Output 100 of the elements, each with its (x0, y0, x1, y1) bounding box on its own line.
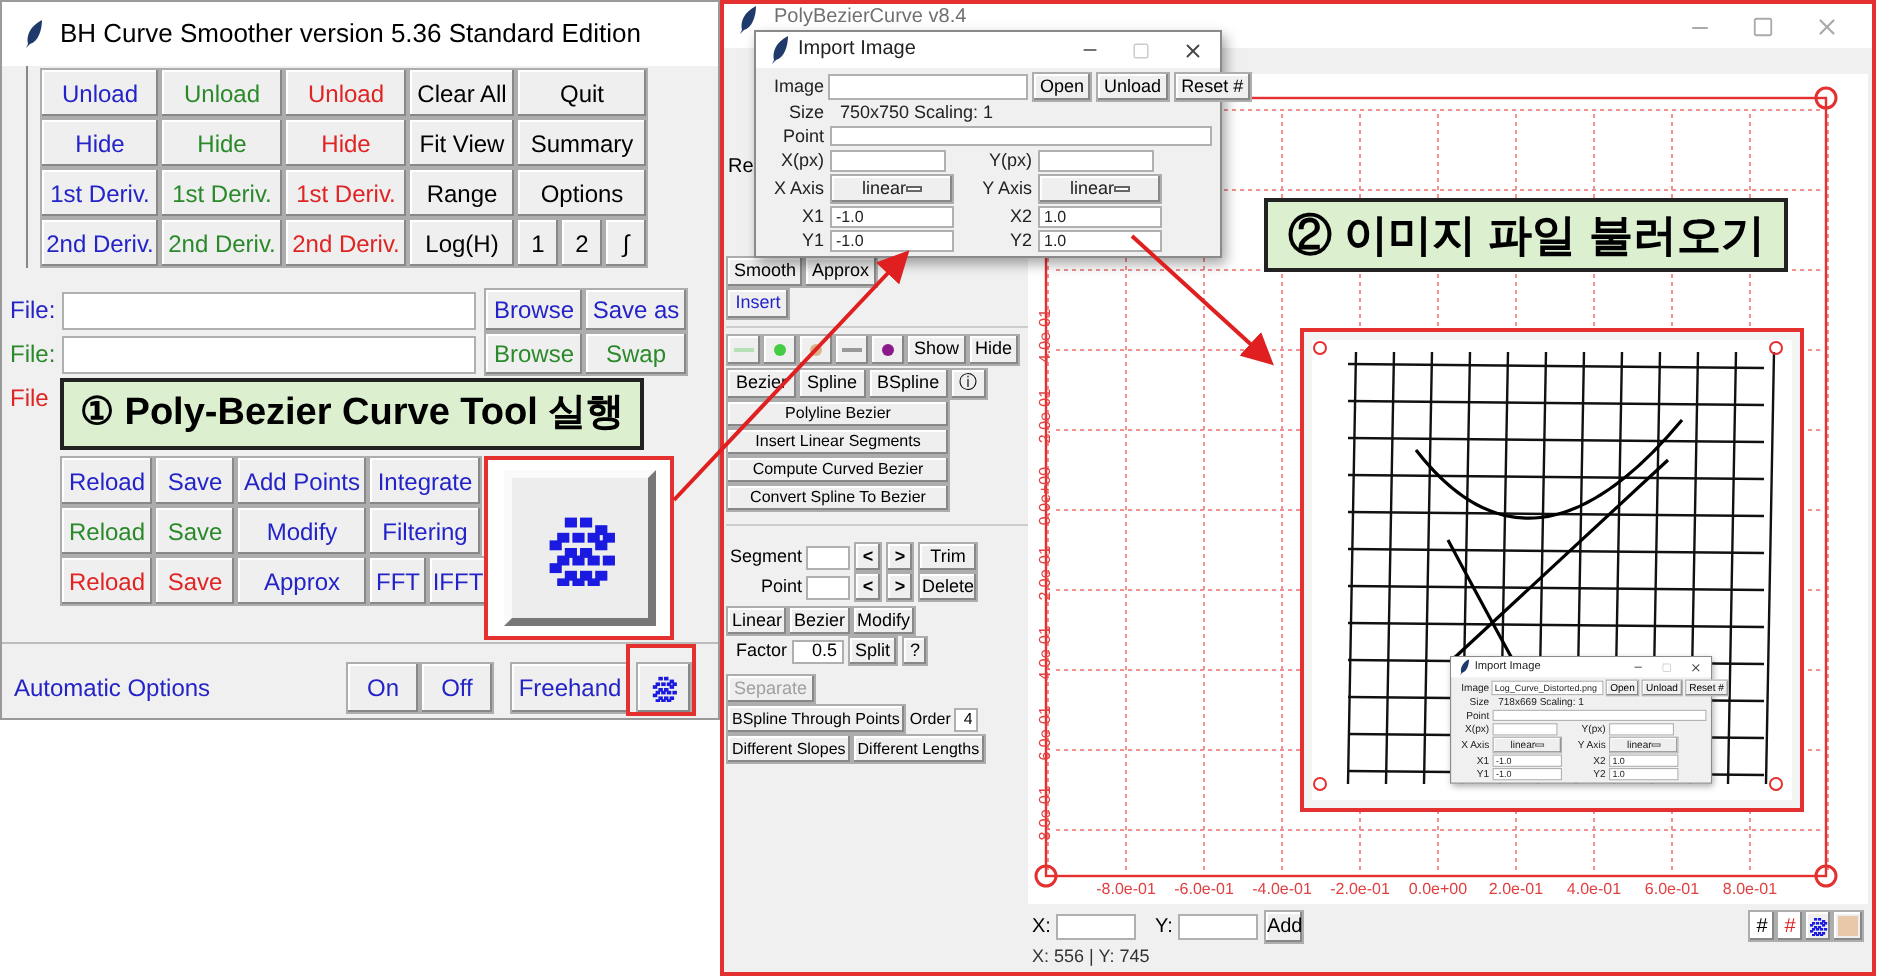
button[interactable]: Save (154, 556, 236, 606)
button[interactable]: Reload (60, 456, 154, 506)
color-toggle[interactable] (762, 334, 798, 366)
button[interactable]: # (1748, 910, 1776, 942)
input-field[interactable]: -1.0 (830, 229, 954, 251)
factor-field[interactable]: 0.5 (791, 639, 844, 663)
y-field[interactable] (1178, 913, 1259, 939)
button[interactable]: ? (902, 636, 929, 666)
button[interactable]: ∫ (604, 218, 648, 268)
button[interactable]: Split (847, 636, 899, 666)
button[interactable]: Save (154, 456, 236, 506)
color-toggle[interactable] (870, 334, 906, 366)
x-field[interactable] (1056, 913, 1137, 939)
xpx-field[interactable] (830, 150, 946, 172)
button[interactable]: Reload (60, 506, 154, 556)
button[interactable]: Different Lengths (851, 734, 986, 764)
order-field[interactable]: 4 (954, 707, 979, 731)
button[interactable]: Trim (918, 542, 978, 572)
close-icon[interactable] (1182, 39, 1204, 61)
button[interactable]: Filtering (368, 506, 482, 556)
button[interactable]: Save as (584, 288, 688, 332)
button[interactable]: 1 (516, 218, 560, 268)
button[interactable]: Reset # (1173, 72, 1252, 102)
button[interactable]: Unload (160, 68, 284, 118)
button[interactable]: Fit View (408, 118, 516, 168)
color-toggle[interactable] (834, 334, 870, 366)
button[interactable]: Range (408, 168, 516, 218)
button[interactable]: Browse (484, 288, 584, 332)
button[interactable]: Compute Curved Bezier (726, 456, 950, 484)
button[interactable]: Swap (584, 332, 688, 376)
button[interactable]: IFFT (428, 556, 488, 606)
axis-dropdown[interactable]: linear (830, 174, 954, 204)
maximize-icon[interactable] (1132, 41, 1150, 59)
maximize-icon[interactable] (1752, 16, 1774, 38)
input-field[interactable]: 1.0 (1038, 229, 1162, 251)
button[interactable]: Spline (797, 368, 868, 400)
stepper-field[interactable] (806, 545, 850, 569)
button[interactable]: 1st Deriv. (160, 168, 284, 218)
button[interactable]: Add (1264, 909, 1305, 943)
button[interactable]: Summary (516, 118, 648, 168)
button[interactable]: Add Points (236, 456, 368, 506)
button[interactable]: Show (906, 334, 968, 366)
button[interactable]: Off (420, 662, 494, 714)
button[interactable]: Integrate (368, 456, 482, 506)
file-path-field[interactable] (62, 335, 476, 373)
button[interactable]: 2 (560, 218, 604, 268)
button[interactable]: 2nd Deriv. (160, 218, 284, 268)
color-toggle[interactable] (1832, 910, 1864, 942)
xpx-field[interactable] (1492, 723, 1558, 736)
button[interactable]: Modify (851, 606, 917, 636)
file-path-field[interactable] (62, 291, 476, 329)
button[interactable]: Hide (284, 118, 408, 168)
button[interactable]: Browse (484, 332, 584, 376)
button[interactable]: Quit (516, 68, 648, 118)
enlarged-tool-button[interactable] (503, 470, 655, 626)
button[interactable]: Convert Spline To Bezier (726, 484, 950, 512)
button[interactable]: Linear (726, 606, 789, 636)
button[interactable]: BSpline (867, 368, 950, 400)
button[interactable]: 2nd Deriv. (284, 218, 408, 268)
button[interactable]: Delete (918, 572, 978, 602)
input-field[interactable]: -1.0 (830, 205, 954, 227)
button[interactable]: ⓘ (949, 368, 988, 400)
button[interactable]: Freehand (510, 662, 630, 714)
axis-dropdown[interactable]: linear (1038, 174, 1162, 204)
button[interactable]: Unload (284, 68, 408, 118)
poly-bezier-tool-button[interactable] (636, 662, 692, 714)
button[interactable]: Different Slopes (726, 734, 852, 764)
button[interactable]: 1st Deriv. (40, 168, 160, 218)
button[interactable]: < (854, 542, 882, 572)
button[interactable]: Modify (236, 506, 368, 556)
button[interactable]: < (854, 572, 882, 602)
button[interactable]: On (346, 662, 420, 714)
button[interactable]: Open (1032, 72, 1093, 102)
button[interactable]: Approx (236, 556, 368, 606)
button[interactable]: Bezier (788, 606, 852, 636)
button[interactable]: Hide (40, 118, 160, 168)
image-field[interactable] (828, 74, 1028, 100)
button[interactable]: Hide (967, 334, 1021, 366)
button[interactable]: Approx (804, 256, 878, 288)
button[interactable]: 1st Deriv. (284, 168, 408, 218)
point-field[interactable] (830, 126, 1212, 146)
input-field[interactable]: 1.0 (1038, 205, 1162, 227)
button[interactable]: > (886, 572, 914, 602)
stepper-field[interactable] (806, 575, 850, 599)
button[interactable]: Reload (60, 556, 154, 606)
button[interactable]: Smooth (726, 256, 805, 288)
button[interactable]: Insert (726, 288, 790, 320)
button[interactable]: Unload (1096, 72, 1170, 102)
button[interactable]: Hide (160, 118, 284, 168)
ypx-field[interactable] (1038, 150, 1154, 172)
point-field[interactable] (1492, 709, 1707, 721)
button[interactable]: Unload (40, 68, 160, 118)
button[interactable]: Polyline Bezier (726, 400, 950, 428)
button[interactable]: 2nd Deriv. (40, 218, 160, 268)
button[interactable]: Clear All (408, 68, 516, 118)
tool-toggle[interactable] (1804, 910, 1832, 942)
ypx-field[interactable] (1609, 723, 1674, 736)
button[interactable]: Insert Linear Segments (726, 428, 950, 456)
color-toggle[interactable] (726, 334, 762, 366)
button[interactable]: Save (154, 506, 236, 556)
